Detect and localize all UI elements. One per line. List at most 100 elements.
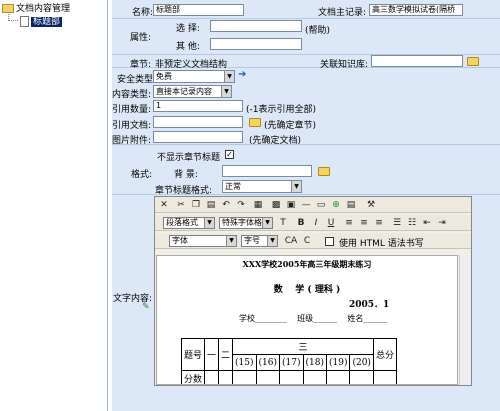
chevron-down-icon: ▼ xyxy=(226,236,236,246)
tree-child-item[interactable]: 标题部 xyxy=(20,14,63,27)
table-cell[interactable] xyxy=(325,370,351,384)
bold-icon[interactable]: B xyxy=(295,217,307,229)
knowledge-base-folder-icon[interactable] xyxy=(467,57,479,66)
ref-doc-label: 引用文档: xyxy=(112,121,152,131)
table-cell[interactable] xyxy=(372,370,397,384)
table-sub-cell: (16) xyxy=(255,354,281,371)
table-header-cell: 三 xyxy=(232,338,374,355)
doc-student-line: 学校________ 班级______ 姓名______ xyxy=(239,314,388,323)
title-format-label: 章节标题格式: xyxy=(155,186,213,196)
copy-icon[interactable]: ❐ xyxy=(190,199,202,211)
save-icon[interactable]: ▤ xyxy=(345,199,357,211)
close-icon[interactable]: ✕ xyxy=(158,199,170,211)
table-sub-cell: (15) xyxy=(232,354,257,371)
table-header-cell: 题号 xyxy=(180,338,206,371)
redo-icon[interactable]: ↷ xyxy=(235,199,247,211)
attachment-hint: (先确定文档) xyxy=(249,136,302,146)
font-size-select[interactable]: 字号 ▼ xyxy=(241,235,278,247)
paste-icon[interactable]: ▤ xyxy=(205,199,217,211)
name-input[interactable]: 标题部 xyxy=(153,4,244,16)
other-label: 其 他: xyxy=(176,42,200,52)
ordered-list-icon[interactable]: ☰ xyxy=(391,217,403,229)
ref-count-hint: (-1表示引用全部) xyxy=(246,105,316,115)
ref-count-input[interactable]: 1 xyxy=(153,100,243,112)
insert-grid-icon[interactable]: ▩ xyxy=(270,199,282,211)
tree-root-label: 文档内容管理 xyxy=(16,4,71,14)
master-record-input[interactable]: 高三数学模拟试卷(隔桥 xyxy=(369,4,463,16)
align-left-icon[interactable]: ≡ xyxy=(343,217,355,229)
name-label: 名称: xyxy=(132,8,154,18)
edit-pencil-icon[interactable]: ✎ xyxy=(142,302,150,312)
chevron-down-icon: ▼ xyxy=(262,218,272,228)
text-format-icon[interactable]: T xyxy=(277,217,289,229)
indent-icon[interactable]: ⇥ xyxy=(436,217,448,229)
arrow-right-icon[interactable]: ➔ xyxy=(238,69,246,80)
table-cell[interactable] xyxy=(255,370,281,384)
special-font-select[interactable]: 特殊字体格式 ▼ xyxy=(219,217,273,229)
content-type-select[interactable]: 直接本记录内容 ▼ xyxy=(153,85,232,98)
background-color-icon[interactable]: C xyxy=(301,235,313,247)
unordered-list-icon[interactable]: ☷ xyxy=(406,217,418,229)
italic-icon[interactable]: I xyxy=(310,217,322,229)
attachment-input[interactable] xyxy=(153,131,243,143)
background-folder-icon[interactable] xyxy=(318,167,330,176)
image-icon[interactable]: ▣ xyxy=(285,199,297,211)
background-input[interactable] xyxy=(222,165,312,177)
table-cell[interactable] xyxy=(279,370,304,384)
table-cell[interactable] xyxy=(302,370,327,384)
divider xyxy=(112,144,500,145)
paragraph-format-value: 段落格式 xyxy=(166,218,198,227)
use-html-label: 使用 HTML 语法书写 xyxy=(339,239,424,249)
font-value: 字体 xyxy=(172,236,188,245)
chevron-down-icon: ▼ xyxy=(267,236,277,246)
other-input[interactable] xyxy=(210,38,302,50)
link-icon[interactable]: ⊕ xyxy=(330,199,342,211)
ref-doc-input[interactable] xyxy=(153,116,243,128)
editor-toolbar-3: 字体 ▼ 字号 ▼ CA C 使用 HTML 语法书写 xyxy=(155,233,471,249)
table-icon[interactable]: ▦ xyxy=(252,199,264,211)
undo-icon[interactable]: ↶ xyxy=(220,199,232,211)
tree-connector xyxy=(8,12,18,21)
editor-document[interactable]: XXX学校2005年高三年级期末练习 数 学 ( 理科 ) 2005．1 学校_… xyxy=(156,255,458,385)
table-score-label: 分数 xyxy=(180,370,206,384)
table-header-cell: 一 xyxy=(204,338,220,371)
editor-toolbar-1: ✕ ✂ ❐ ▤ ↶ ↷ ▦ ▩ ▣ — ▭ ⊕ ▤ ⚒ xyxy=(155,197,471,213)
security-type-value: 免费 xyxy=(156,72,172,81)
choose-input[interactable] xyxy=(210,20,302,32)
editor-scrollbar[interactable] xyxy=(459,255,471,385)
table-header-cell: 二 xyxy=(218,338,234,371)
hide-title-checkbox[interactable]: ✓ xyxy=(225,150,234,159)
divider xyxy=(112,18,500,19)
table-cell[interactable] xyxy=(232,370,257,384)
paragraph-format-select[interactable]: 段落格式 ▼ xyxy=(163,217,215,229)
choose-label: 选 择: xyxy=(176,24,200,34)
open-folder-icon[interactable]: ▭ xyxy=(315,199,327,211)
security-type-select[interactable]: 免费 ▼ xyxy=(153,70,235,83)
format-label: 格式: xyxy=(131,170,153,180)
underline-icon[interactable]: U xyxy=(325,217,337,229)
title-format-select[interactable]: 正常 ▼ xyxy=(222,180,302,193)
doc-date: 2005．1 xyxy=(349,300,390,310)
rich-text-editor: ✕ ✂ ❐ ▤ ↶ ↷ ▦ ▩ ▣ — ▭ ⊕ ▤ ⚒ 段落格式 ▼ 特殊字体格式… xyxy=(154,196,472,386)
score-table: 题号 一 二 三 总分 (15) (16) (17) (18) (19) (20… xyxy=(180,338,397,384)
table-cell[interactable] xyxy=(349,370,374,384)
ref-doc-folder-icon[interactable] xyxy=(249,118,261,127)
title-format-value: 正常 xyxy=(225,182,241,191)
tree-panel: 文档内容管理 标题部 xyxy=(0,0,108,411)
align-right-icon[interactable]: ≡ xyxy=(373,217,385,229)
table-cell[interactable] xyxy=(204,370,220,384)
horizontal-rule-icon[interactable]: — xyxy=(300,199,312,211)
table-cell[interactable] xyxy=(218,370,234,384)
font-size-value: 字号 xyxy=(244,236,260,245)
align-center-icon[interactable]: ≡ xyxy=(358,217,370,229)
tool-icon[interactable]: ⚒ xyxy=(365,199,377,211)
knowledge-base-input[interactable] xyxy=(371,55,463,67)
font-select[interactable]: 字体 ▼ xyxy=(169,235,237,247)
outdent-icon[interactable]: ⇤ xyxy=(421,217,433,229)
font-color-icon[interactable]: CA xyxy=(283,235,299,247)
ref-doc-hint: (先确定章节) xyxy=(264,121,317,131)
cut-icon[interactable]: ✂ xyxy=(175,199,187,211)
table-sub-cell: (18) xyxy=(302,354,327,371)
help-link[interactable]: (帮助) xyxy=(305,23,330,36)
use-html-checkbox[interactable] xyxy=(325,237,334,246)
